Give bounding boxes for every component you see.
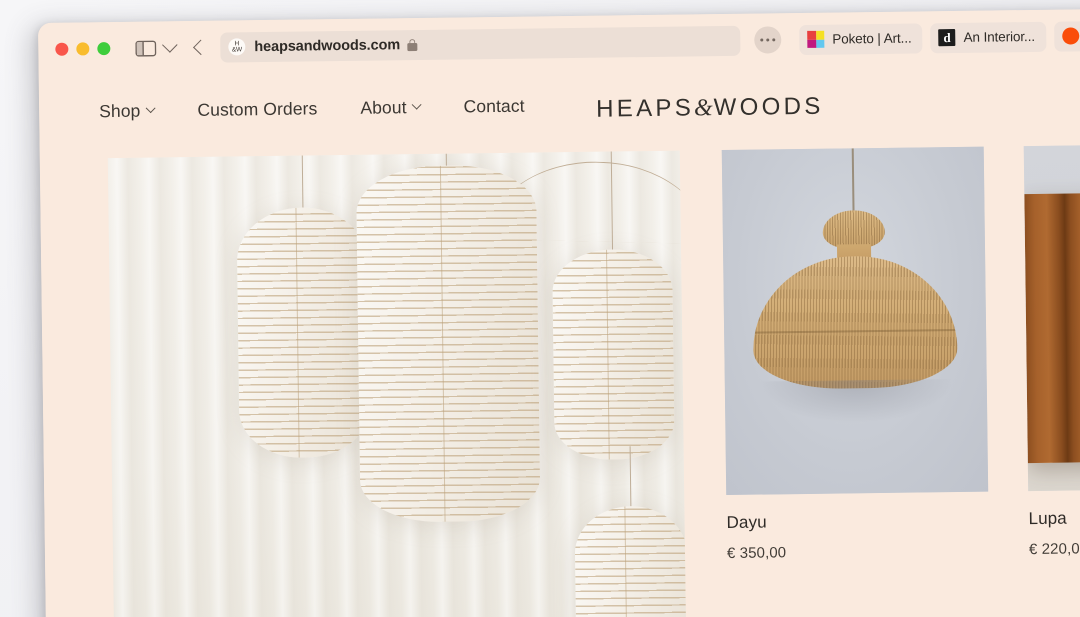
sidebar-icon [135,40,157,57]
sidebar-toggle-button[interactable] [135,40,157,57]
pendant-top-knob [822,209,886,249]
url-text: heapsandwoods.com [254,36,401,55]
brand-ampersand: & [693,95,714,122]
chevron-down-icon [161,37,178,53]
website-content: Shop Custom Orders About Contact HEAPS&W… [38,61,1080,617]
pendant-shadow [760,379,952,424]
site-navigation: Shop Custom Orders About Contact HEAPS&W… [39,61,1080,148]
ellipsis-dot [765,38,770,42]
pendant-rattan-dome [752,255,958,390]
product-list: Dayu € 350,00 Lupa € 220,00 [721,142,1080,617]
tab-label: An Interior... [963,28,1036,45]
tab-poketo[interactable]: Poketo | Art... [799,22,923,55]
tab-strip: Poketo | Art... d An Interior... [799,20,1080,55]
lantern-body [355,164,541,523]
lantern-body [574,505,687,617]
product-title: Dayu [726,512,767,533]
product-price: € 350,00 [726,544,787,563]
back-button[interactable] [182,39,216,56]
wood-cabinet [1024,190,1080,464]
product-card-lupa[interactable]: Lupa € 220,00 [1023,142,1080,617]
maximize-window-button[interactable] [97,42,111,56]
chevron-down-icon [145,102,156,113]
lantern-body [236,206,370,459]
brand-left: HEAPS [595,94,695,123]
more-options-button[interactable] [754,26,782,54]
desktop-background: H &W heapsandwoods.com Poketo | Art... d… [0,0,1080,617]
nav-item-label: About [360,96,407,118]
lock-icon [407,38,418,51]
nav-item-contact[interactable]: Contact [463,95,524,117]
letter-d-favicon-icon: d [938,28,956,47]
grid-favicon-icon [807,30,825,48]
content-row: Dayu € 350,00 Lupa € 220,00 [40,142,1080,617]
product-title: Lupa [1028,508,1067,529]
nav-item-about[interactable]: About [360,96,423,119]
product-image[interactable] [721,146,989,496]
window-traffic-lights [55,42,111,56]
lantern-body [552,248,675,461]
brand-right: WOODS [713,92,824,122]
product-card-dayu[interactable]: Dayu € 350,00 [721,146,991,617]
hero-lantern-image[interactable] [107,150,687,617]
minimize-window-button[interactable] [76,42,90,56]
tab-an-interior[interactable]: d An Interior... [930,21,1047,53]
site-logo[interactable]: HEAPS&WOODS [596,93,824,124]
product-price: € 220,00 [1028,540,1080,559]
ellipsis-dot [772,38,776,42]
product-image[interactable] [1023,142,1080,492]
chevron-down-icon [412,99,423,110]
address-bar[interactable]: H &W heapsandwoods.com [220,25,741,63]
site-favicon-icon: H &W [228,38,246,56]
circle-favicon-icon [1061,27,1080,45]
ellipsis-dot [759,38,764,42]
nav-item-custom-orders[interactable]: Custom Orders [197,98,317,121]
safari-browser-window: H &W heapsandwoods.com Poketo | Art... d… [38,8,1080,617]
close-window-button[interactable] [55,42,69,56]
back-arrow-icon [193,39,209,56]
tab-label: Poketo | Art... [832,30,912,47]
nav-item-label: Shop [99,100,141,121]
tab-overview-button[interactable] [156,37,182,53]
nav-item-label: Contact [463,95,525,116]
nav-item-shop[interactable]: Shop [99,100,156,122]
nav-item-label: Custom Orders [197,97,318,120]
nav-links: Shop Custom Orders About Contact [99,95,525,122]
tab-partial[interactable] [1053,20,1080,52]
favicon-line-2: &W [231,45,242,53]
